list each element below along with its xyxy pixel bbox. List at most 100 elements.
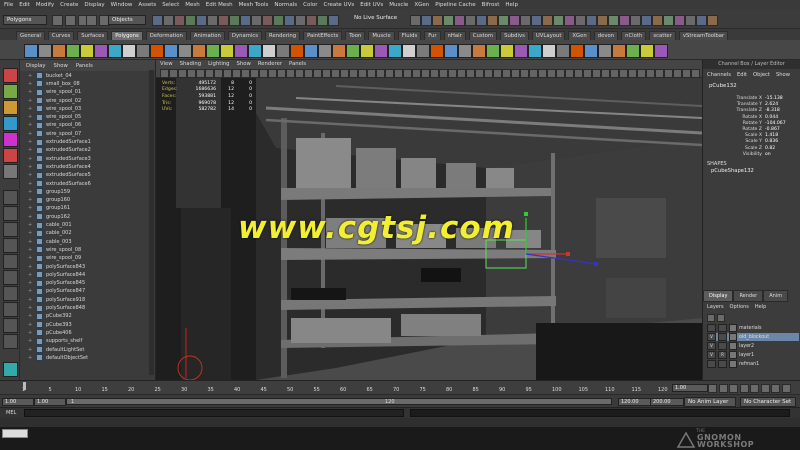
viewport-menu-renderer[interactable]: Renderer xyxy=(258,61,282,67)
viewport-tool-34-icon[interactable] xyxy=(457,69,466,78)
outliner-item[interactable]: + defaultLightSet xyxy=(28,346,84,354)
expand-icon[interactable]: + xyxy=(28,297,33,303)
attribute-name[interactable]: Scale Z xyxy=(745,146,762,151)
paint-select-icon[interactable] xyxy=(3,100,18,115)
status-toggle-8-icon[interactable] xyxy=(229,15,240,26)
expand-icon[interactable]: + xyxy=(28,81,33,87)
viewport-tool-27-icon[interactable] xyxy=(394,69,403,78)
status-render-6-icon[interactable] xyxy=(465,15,476,26)
shelf-tool-35-icon[interactable] xyxy=(500,44,514,58)
status-toggle-17-icon[interactable] xyxy=(328,15,339,26)
shelf-tool-13-icon[interactable] xyxy=(192,44,206,58)
range-start-inner-field[interactable]: 1.00 xyxy=(34,398,66,406)
viewport-tool-9-icon[interactable] xyxy=(232,69,241,78)
menu-create[interactable]: Create xyxy=(60,2,78,8)
outliner-item[interactable]: + cable_002 xyxy=(28,229,72,237)
viewport-tool-36-icon[interactable] xyxy=(475,69,484,78)
expand-icon[interactable]: + xyxy=(28,139,33,145)
shelf-tool-46-icon[interactable] xyxy=(654,44,668,58)
outliner-item[interactable]: + extrudedSurface6 xyxy=(28,180,91,188)
next-key-icon[interactable] xyxy=(760,384,770,393)
layer-menu-options[interactable]: Options xyxy=(730,304,749,310)
layer-menu-layers[interactable]: Layers xyxy=(707,304,724,310)
3d-viewport[interactable]: Verts: 495172 8 0 Edges: 1686636 12 0 Faces: 5938… xyxy=(156,78,702,380)
outliner-item[interactable]: + group160 xyxy=(28,196,70,204)
shelf-tab-rendering[interactable]: Rendering xyxy=(265,31,301,40)
attribute-name[interactable]: Visibility xyxy=(743,152,762,157)
outliner-item[interactable]: + wire_spool_06 xyxy=(28,121,81,129)
status-render-20-icon[interactable] xyxy=(619,15,630,26)
shelf-tab-curves[interactable]: Curves xyxy=(47,31,75,40)
menu-mesh-tools[interactable]: Mesh Tools xyxy=(239,2,269,8)
viewport-menu-panels[interactable]: Panels xyxy=(289,61,306,67)
expand-icon[interactable]: + xyxy=(28,172,33,178)
shelf-tool-2-icon[interactable] xyxy=(38,44,52,58)
shelf-tab-polygons[interactable]: Polygons xyxy=(111,31,143,40)
shelf-tool-37-icon[interactable] xyxy=(528,44,542,58)
viewport-tool-41-icon[interactable] xyxy=(520,69,529,78)
layer-display-type-toggle[interactable] xyxy=(718,324,727,332)
shelf-tool-14-icon[interactable] xyxy=(206,44,220,58)
last-tool-icon[interactable] xyxy=(3,164,18,179)
expand-icon[interactable]: + xyxy=(28,164,33,170)
channel-menu-channels[interactable]: Channels xyxy=(707,72,731,78)
viewport-tool-35-icon[interactable] xyxy=(466,69,475,78)
layer-display-type-toggle[interactable]: R xyxy=(718,351,727,359)
expand-icon[interactable]: + xyxy=(28,189,33,195)
shelf-tool-15-icon[interactable] xyxy=(220,44,234,58)
attribute-value[interactable]: 0.836 xyxy=(765,139,778,144)
shelf-tool-30-icon[interactable] xyxy=(430,44,444,58)
menu-normals[interactable]: Normals xyxy=(274,2,297,8)
outliner-item[interactable]: + polySurface848 xyxy=(28,304,85,312)
select-tool-icon[interactable] xyxy=(3,68,18,83)
layout-hypershade-icon[interactable] xyxy=(3,270,18,285)
shelf-tool-9-icon[interactable] xyxy=(136,44,150,58)
shelf-tool-7-icon[interactable] xyxy=(108,44,122,58)
layer-row[interactable]: Vold_blockout xyxy=(707,333,799,341)
shelf-tool-16-icon[interactable] xyxy=(234,44,248,58)
rotate-tool-icon[interactable] xyxy=(3,132,18,147)
expand-icon[interactable]: + xyxy=(28,338,33,344)
layout-four-icon[interactable] xyxy=(3,206,18,221)
new-scene-icon[interactable] xyxy=(52,15,63,26)
outliner-item[interactable]: + extrudedSurface4 xyxy=(28,163,91,171)
shelf-tool-36-icon[interactable] xyxy=(514,44,528,58)
play-back-icon[interactable] xyxy=(739,384,749,393)
viewport-tool-51-icon[interactable] xyxy=(610,69,619,78)
layout-side-icon[interactable] xyxy=(3,222,18,237)
viewport-tool-60-icon[interactable] xyxy=(691,69,700,78)
viewport-tool-57-icon[interactable] xyxy=(664,69,673,78)
shelf-tab-uvlayout[interactable]: UVLayout xyxy=(531,31,566,40)
selection-mask-dropdown[interactable]: Objects xyxy=(108,15,146,25)
outliner-item[interactable]: + polySurface918 xyxy=(28,296,85,304)
expand-icon[interactable]: + xyxy=(28,197,33,203)
menu-modify[interactable]: Modify xyxy=(36,2,54,8)
attribute-name[interactable]: Rotate X xyxy=(742,115,762,120)
lasso-tool-icon[interactable] xyxy=(3,84,18,99)
layer-tab-render[interactable]: Render xyxy=(733,290,764,302)
outliner-item[interactable]: + extrudedSurface3 xyxy=(28,155,91,163)
layer-tab-display[interactable]: Display xyxy=(703,290,734,302)
layout-custom-icon[interactable] xyxy=(3,334,18,349)
viewport-tool-6-icon[interactable] xyxy=(205,69,214,78)
outliner-item[interactable]: + group161 xyxy=(28,204,70,212)
status-render-15-icon[interactable] xyxy=(564,15,575,26)
viewport-tool-46-icon[interactable] xyxy=(565,69,574,78)
workspace-icon[interactable] xyxy=(3,362,18,377)
outliner-item[interactable]: + polySurface844 xyxy=(28,271,85,279)
menu-bifrost[interactable]: Bifrost xyxy=(482,2,500,8)
shelf-tool-39-icon[interactable] xyxy=(556,44,570,58)
range-end-field[interactable]: 200.00 xyxy=(650,398,684,406)
shelf-tab-custom[interactable]: Custom xyxy=(468,31,498,40)
attribute-name[interactable]: Rotate Y xyxy=(743,121,762,126)
viewport-tool-31-icon[interactable] xyxy=(430,69,439,78)
status-render-4-icon[interactable] xyxy=(443,15,454,26)
menu-edit-uvs[interactable]: Edit UVs xyxy=(360,2,383,8)
expand-icon[interactable]: + xyxy=(28,322,33,328)
viewport-tool-3-icon[interactable] xyxy=(178,69,187,78)
new-layer-selected-icon[interactable] xyxy=(716,314,725,322)
menu-assets[interactable]: Assets xyxy=(138,2,156,8)
shelf-tab-deformation[interactable]: Deformation xyxy=(145,31,187,40)
viewport-tool-14-icon[interactable] xyxy=(277,69,286,78)
expand-icon[interactable]: + xyxy=(28,181,33,187)
